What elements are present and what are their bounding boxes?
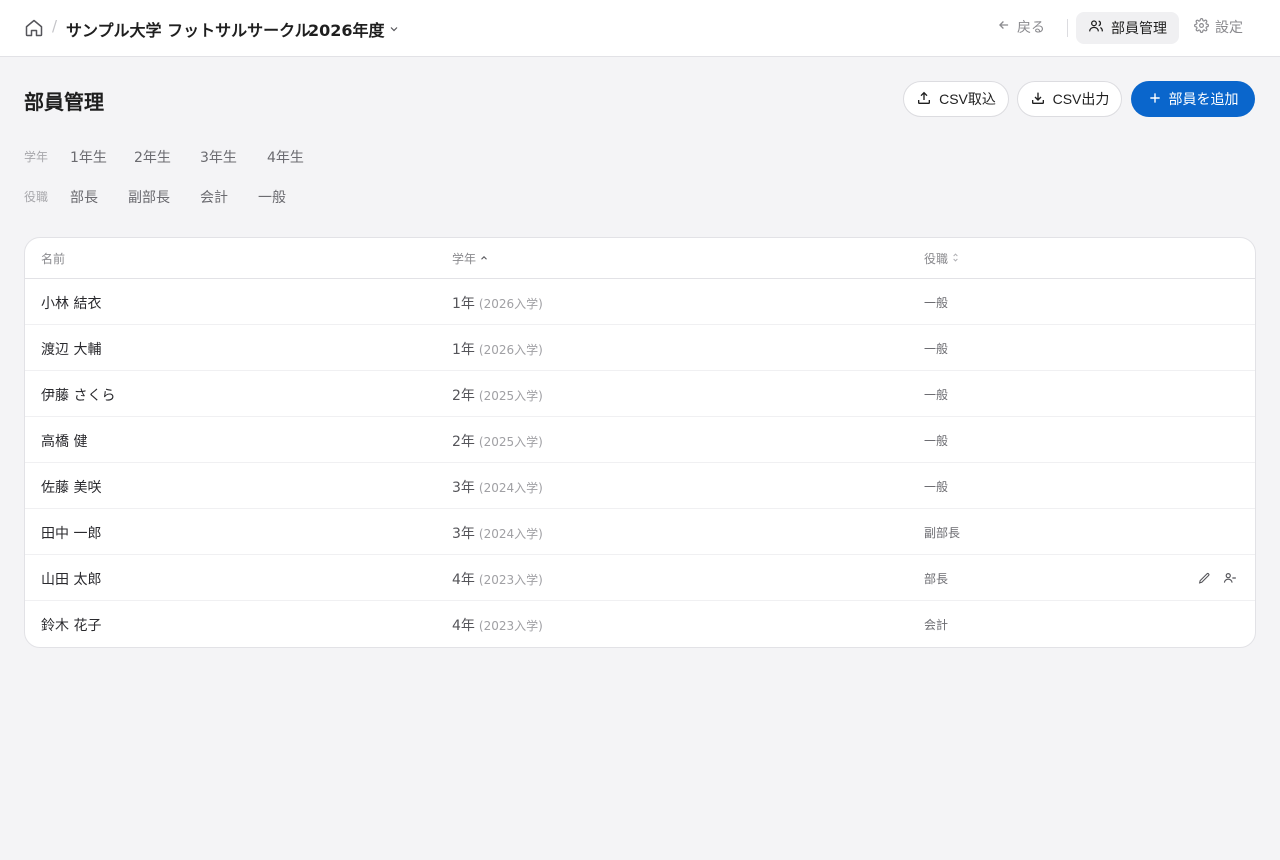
member-role: 一般 [924, 296, 949, 310]
nav-settings-tab[interactable]: 設定 [1194, 17, 1243, 37]
remove-user-icon[interactable] [1222, 570, 1238, 586]
member-name: 伊藤 さくら [41, 388, 116, 404]
sort-icon [951, 252, 960, 266]
column-name-header[interactable]: 名前 [41, 250, 65, 267]
csv-export-button[interactable]: CSV出力 [1017, 81, 1122, 117]
sort-asc-icon [479, 252, 489, 266]
table-row[interactable]: 佐藤 美咲 3年 (2024入学) 一般 [25, 463, 1255, 509]
csv-import-label: CSV取込 [939, 91, 996, 107]
member-enroll-year: (2023入学) [478, 573, 543, 587]
member-role: 一般 [924, 480, 949, 494]
column-name-label: 名前 [41, 252, 66, 266]
members-label: 部員管理 [1111, 21, 1167, 37]
member-grade: 1年 (2026入学) [452, 296, 543, 312]
back-label: 戻る [1017, 20, 1045, 36]
member-name: 高橋 健 [41, 434, 88, 450]
add-member-label: 部員を追加 [1168, 91, 1239, 107]
chevron-down-icon [388, 20, 400, 39]
member-role: 一般 [924, 388, 949, 402]
member-grade: 3年 (2024入学) [452, 526, 543, 542]
column-role-header[interactable]: 役職 [924, 250, 960, 267]
member-name: 小林 結衣 [41, 296, 102, 312]
member-grade: 2年 (2025入学) [452, 388, 543, 404]
csv-export-label: CSV出力 [1052, 91, 1110, 107]
top-bar: / サンプル大学 フットサルサークル 2026年度 戻る 部員管理 設定 [0, 0, 1280, 57]
member-enroll-year: (2024入学) [478, 481, 543, 495]
table-row[interactable]: 鈴木 花子 4年 (2023入学) 会計 [25, 601, 1255, 647]
member-name: 山田 太郎 [41, 572, 102, 588]
member-role: 副部長 [924, 526, 961, 540]
table-row[interactable]: 高橋 健 2年 (2025入学) 一般 [25, 417, 1255, 463]
member-enroll-year: (2026入学) [478, 343, 543, 357]
table-row[interactable]: 山田 太郎 4年 (2023入学) 部長 [25, 555, 1255, 601]
member-name: 鈴木 花子 [41, 618, 102, 634]
page-title: 部員管理 [24, 90, 104, 114]
member-grade: 3年 (2024入学) [452, 480, 543, 496]
table-row[interactable]: 小林 結衣 1年 (2026入学) 一般 [25, 279, 1255, 325]
role-chip-general[interactable]: 一般 [258, 187, 286, 207]
add-member-button[interactable]: 部員を追加 [1131, 81, 1255, 117]
member-enroll-year: (2026入学) [478, 297, 543, 311]
back-button[interactable]: 戻る [997, 17, 1045, 37]
org-name[interactable]: サンプル大学 フットサルサークル [66, 17, 311, 41]
member-name: 渡辺 大輔 [41, 342, 102, 358]
member-role: 一般 [924, 342, 949, 356]
row-actions [1196, 570, 1238, 586]
grade-chip-3[interactable]: 3年生 [200, 147, 237, 167]
member-role: 一般 [924, 434, 949, 448]
member-role: 部長 [924, 572, 949, 586]
member-enroll-year: (2025入学) [478, 435, 543, 449]
settings-label: 設定 [1215, 20, 1243, 36]
role-chip-treasurer[interactable]: 会計 [200, 187, 228, 207]
grade-chip-4[interactable]: 4年生 [267, 147, 304, 167]
breadcrumb-separator: / [52, 17, 58, 35]
year-select[interactable]: 2026年度 [308, 17, 400, 41]
grade-chip-2[interactable]: 2年生 [134, 147, 171, 167]
member-grade: 4年 (2023入学) [452, 572, 543, 588]
member-name: 田中 一郎 [41, 526, 102, 542]
grade-filter-label: 学年 [24, 150, 49, 164]
edit-pencil-icon[interactable] [1196, 570, 1212, 586]
table-row[interactable]: 渡辺 大輔 1年 (2026入学) 一般 [25, 325, 1255, 371]
member-enroll-year: (2024入学) [478, 527, 543, 541]
arrow-left-icon [997, 18, 1011, 36]
nav-divider [1067, 19, 1068, 37]
column-role-label: 役職 [924, 252, 949, 266]
role-filter-label: 役職 [24, 190, 49, 204]
member-role: 会計 [924, 618, 949, 632]
table-row[interactable]: 田中 一郎 3年 (2024入学) 副部長 [25, 509, 1255, 555]
upload-icon [916, 90, 932, 109]
member-enroll-year: (2023入学) [478, 619, 543, 633]
member-grade: 4年 (2023入学) [452, 618, 543, 634]
users-icon [1088, 18, 1104, 38]
plus-icon [1148, 91, 1162, 108]
member-name: 佐藤 美咲 [41, 480, 102, 496]
column-grade-label: 学年 [452, 252, 477, 266]
csv-import-button[interactable]: CSV取込 [903, 81, 1009, 117]
download-icon [1030, 90, 1046, 109]
role-chip-president[interactable]: 部長 [70, 187, 98, 207]
grade-chip-1[interactable]: 1年生 [70, 147, 107, 167]
home-icon[interactable] [24, 17, 44, 39]
member-enroll-year: (2025入学) [478, 389, 543, 403]
gear-icon [1194, 17, 1209, 37]
column-grade-header[interactable]: 学年 [452, 250, 489, 267]
members-table: 名前 学年 役職 小林 結衣 1年 (2026入学) 一般 渡辺 大輔 1年 (20… [24, 237, 1256, 648]
nav-members-tab[interactable]: 部員管理 [1076, 12, 1179, 44]
member-grade: 1年 (2026入学) [452, 342, 543, 358]
table-header: 名前 学年 役職 [25, 238, 1255, 279]
role-chip-vice-president[interactable]: 副部長 [128, 187, 170, 207]
table-row[interactable]: 伊藤 さくら 2年 (2025入学) 一般 [25, 371, 1255, 417]
member-grade: 2年 (2025入学) [452, 434, 543, 450]
year-label: 2026年度 [308, 21, 385, 40]
